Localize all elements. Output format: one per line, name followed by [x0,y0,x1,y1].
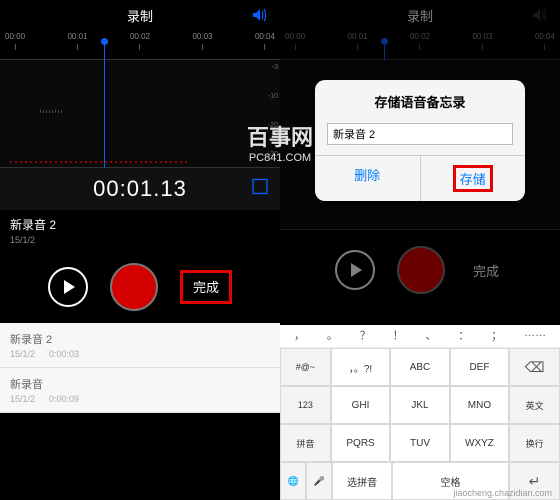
key-jkl[interactable]: JKL [390,386,449,424]
controls: 完成 [0,251,280,323]
delete-button[interactable]: 删除 [315,156,421,201]
globe-key[interactable]: 🌐 [280,462,306,500]
header: 录制 [280,0,560,30]
key-tuv[interactable]: TUV [390,424,449,462]
punct-key[interactable]: ； [491,327,502,343]
mic-icon: 🎤 [314,476,325,487]
playhead[interactable] [104,42,105,60]
header: 录制 [0,0,280,30]
punct-key[interactable]: ？ [360,327,371,343]
play-button[interactable] [48,267,88,307]
header-title: 录制 [127,6,153,25]
backspace-icon: ⌫ [525,359,545,376]
return-icon: ↵ [529,473,541,490]
done-button[interactable]: 完成 [187,272,225,303]
current-date: 15/1/2 [10,235,270,245]
newline-key[interactable]: 换行 [509,424,560,462]
punct-key[interactable]: 、 [425,327,436,343]
speaker-icon [532,8,550,22]
list-item[interactable]: 新录音 2 15/1/20:00:03 [0,323,280,368]
keyboard: ， 。 ？ ！ 、 ： ； …… #@~ ，。?! ABC DEF ⌫ 123 … [280,325,560,500]
current-name: 新录音 2 [10,216,270,233]
english-key[interactable]: 英文 [509,386,560,424]
time-display: 00:01.13 [0,168,280,210]
play-icon [64,280,75,294]
select-pinyin-key[interactable]: 选拼音 [332,462,392,500]
save-highlight: 存储 [453,165,493,192]
save-alert: 存储语音备忘录 删除 存储 [315,80,525,201]
key-mno[interactable]: MNO [450,386,509,424]
waveform: -3 -10 -20 -30 [0,60,280,168]
alert-title: 存储语音备忘录 [315,80,525,119]
credit-text: jiaocheng.chazidian.com [453,488,552,498]
save-button[interactable]: 存储 [421,156,526,201]
recordings-list: 新录音 2 15/1/20:00:03 新录音 15/1/20:00:09 [0,323,280,413]
punct-key[interactable]: ！ [393,327,404,343]
done-highlight: 完成 [180,270,232,304]
key-ghi[interactable]: GHI [331,386,390,424]
timeline[interactable]: 00:00 00:01 00:02 00:03 00:04 [0,30,280,60]
punct-key[interactable]: …… [524,327,546,343]
list-item[interactable]: 新录音 15/1/20:00:09 [0,368,280,413]
recording-name-input[interactable] [327,123,513,145]
punct-key[interactable]: 。 [327,327,338,343]
pinyin-key[interactable]: 拼音 [280,424,331,462]
punct-key[interactable]: ： [458,327,469,343]
mic-key[interactable]: 🎤 [306,462,332,500]
backspace-key[interactable]: ⌫ [509,348,560,386]
current-recording: 新录音 2 15/1/2 [0,210,280,251]
key-pqrs[interactable]: PQRS [331,424,390,462]
punct-key[interactable]: ， [294,327,305,343]
key-wxyz[interactable]: WXYZ [450,424,509,462]
record-button[interactable] [110,263,158,311]
trim-icon[interactable] [250,177,270,202]
key-def[interactable]: DEF [450,348,509,386]
key[interactable]: ，。?! [331,348,390,386]
globe-icon: 🌐 [287,476,298,487]
symbols-key[interactable]: #@~ [280,348,331,386]
numbers-key[interactable]: 123 [280,386,331,424]
key-abc[interactable]: ABC [390,348,449,386]
playhead-line [104,60,105,168]
speaker-icon[interactable] [252,8,270,22]
elapsed-time: 00:01.13 [93,176,187,201]
